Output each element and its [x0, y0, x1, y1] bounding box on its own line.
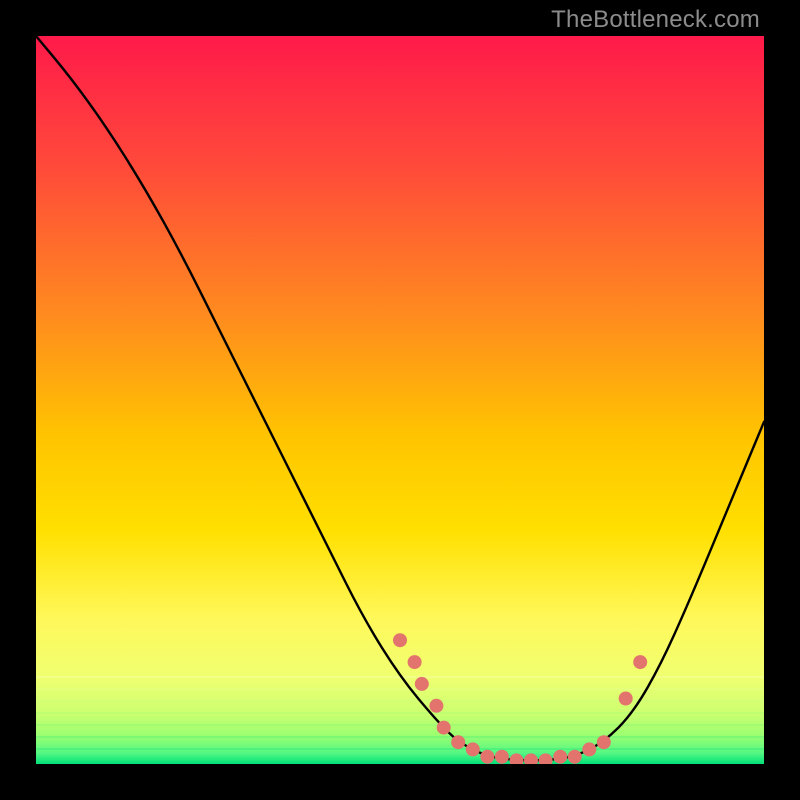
- plot-area: [36, 36, 764, 764]
- chart-frame: [36, 36, 764, 764]
- data-point: [553, 750, 567, 764]
- data-point: [415, 677, 429, 691]
- data-point: [480, 750, 494, 764]
- data-point: [466, 742, 480, 756]
- data-point: [429, 699, 443, 713]
- data-point: [437, 721, 451, 735]
- data-point: [451, 735, 465, 749]
- watermark-text: TheBottleneck.com: [551, 6, 760, 34]
- chart-svg: [36, 36, 764, 764]
- data-point: [568, 750, 582, 764]
- gradient-background: [36, 36, 764, 764]
- data-point: [495, 750, 509, 764]
- data-point: [619, 692, 633, 706]
- data-point: [597, 735, 611, 749]
- data-point: [582, 742, 596, 756]
- data-point: [393, 633, 407, 647]
- data-point: [633, 655, 647, 669]
- data-point: [408, 655, 422, 669]
